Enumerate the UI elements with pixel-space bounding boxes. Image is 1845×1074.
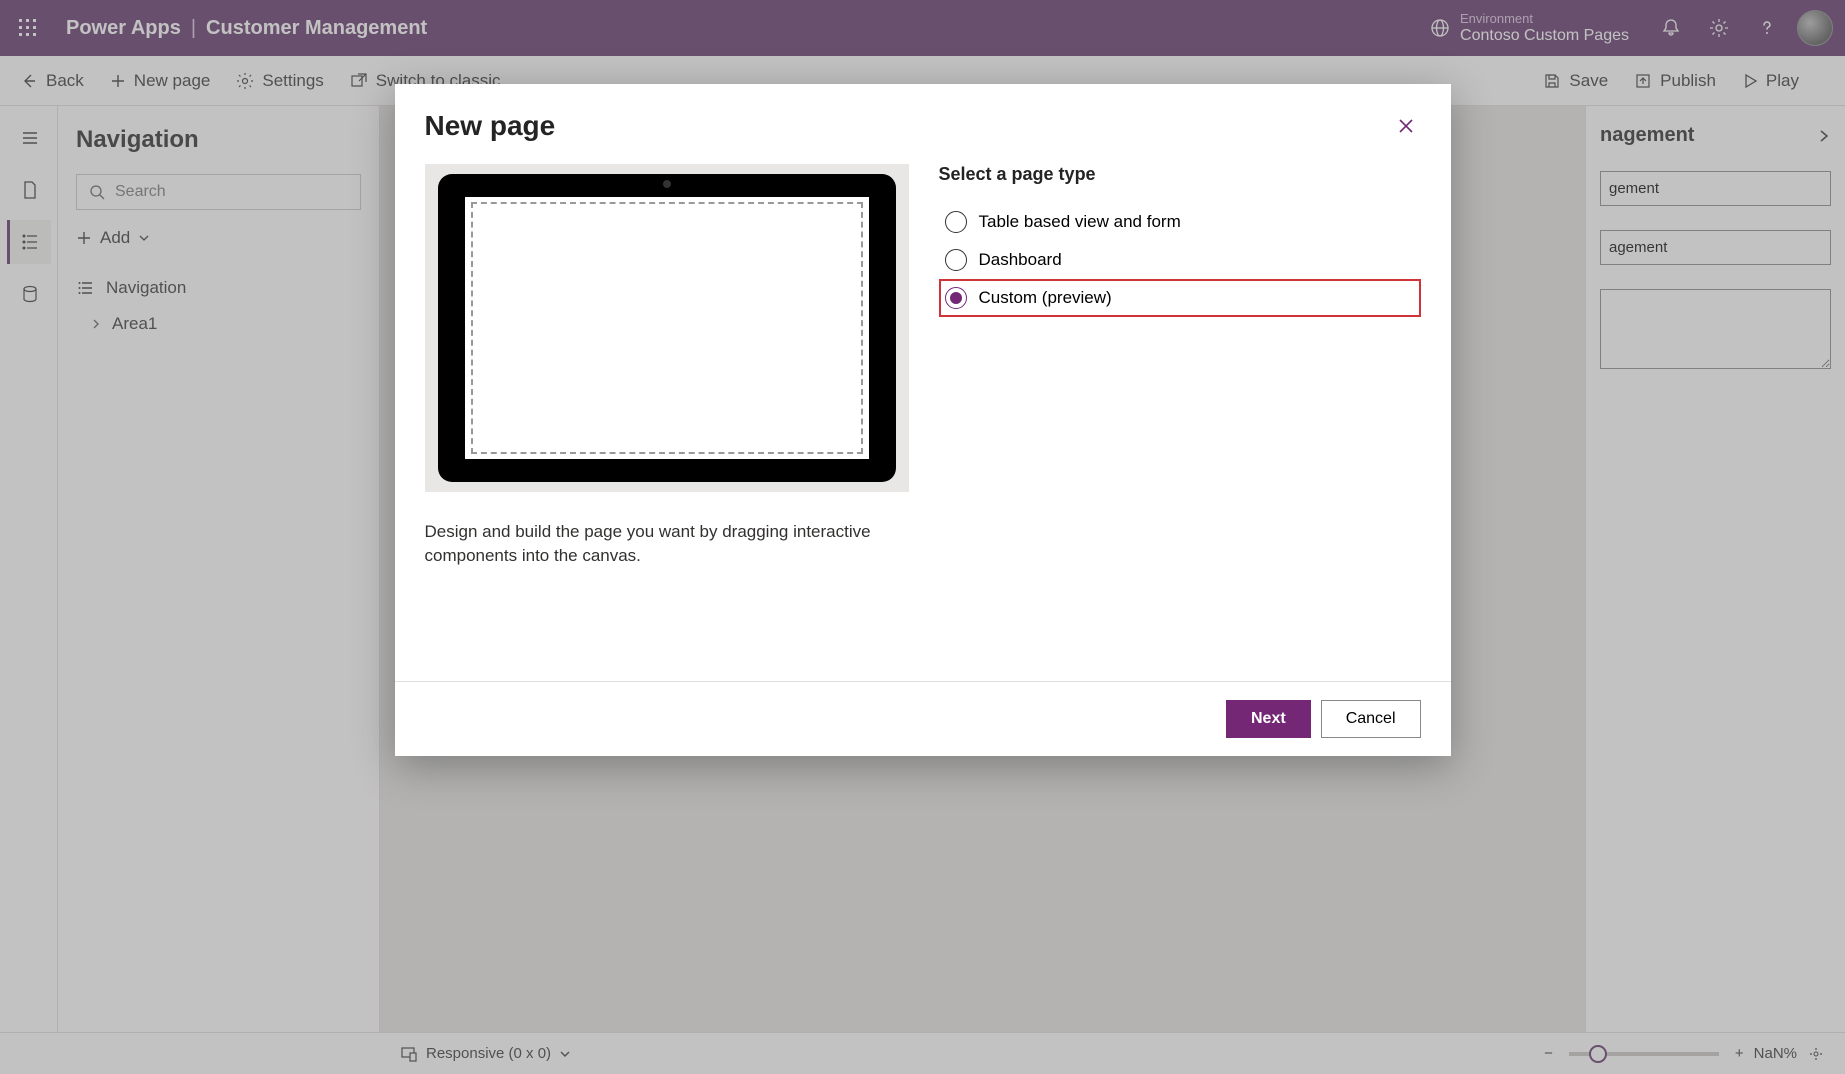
- radio-table-view[interactable]: Table based view and form: [939, 203, 1421, 241]
- next-button[interactable]: Next: [1226, 700, 1311, 738]
- radio-icon: [945, 287, 967, 309]
- options-title: Select a page type: [939, 164, 1421, 185]
- close-icon: [1397, 117, 1415, 135]
- radio-custom-preview[interactable]: Custom (preview): [939, 279, 1421, 317]
- cancel-button[interactable]: Cancel: [1321, 700, 1421, 738]
- radio-icon: [945, 249, 967, 271]
- modal-footer: Next Cancel: [395, 681, 1451, 756]
- modal-title: New page: [425, 110, 556, 142]
- options-column: Select a page type Table based view and …: [939, 164, 1421, 661]
- radio-icon: [945, 211, 967, 233]
- radio-table-label: Table based view and form: [979, 212, 1181, 232]
- close-button[interactable]: [1391, 111, 1421, 141]
- preview-description: Design and build the page you want by dr…: [425, 520, 909, 568]
- radio-dashboard-label: Dashboard: [979, 250, 1062, 270]
- radio-custom-label: Custom (preview): [979, 288, 1112, 308]
- modal-overlay: New page Design and build the page you w…: [0, 0, 1845, 1074]
- radio-dashboard[interactable]: Dashboard: [939, 241, 1421, 279]
- preview-image: [425, 164, 909, 492]
- tablet-frame: [438, 174, 896, 482]
- new-page-modal: New page Design and build the page you w…: [395, 84, 1451, 756]
- preview-column: Design and build the page you want by dr…: [425, 164, 909, 661]
